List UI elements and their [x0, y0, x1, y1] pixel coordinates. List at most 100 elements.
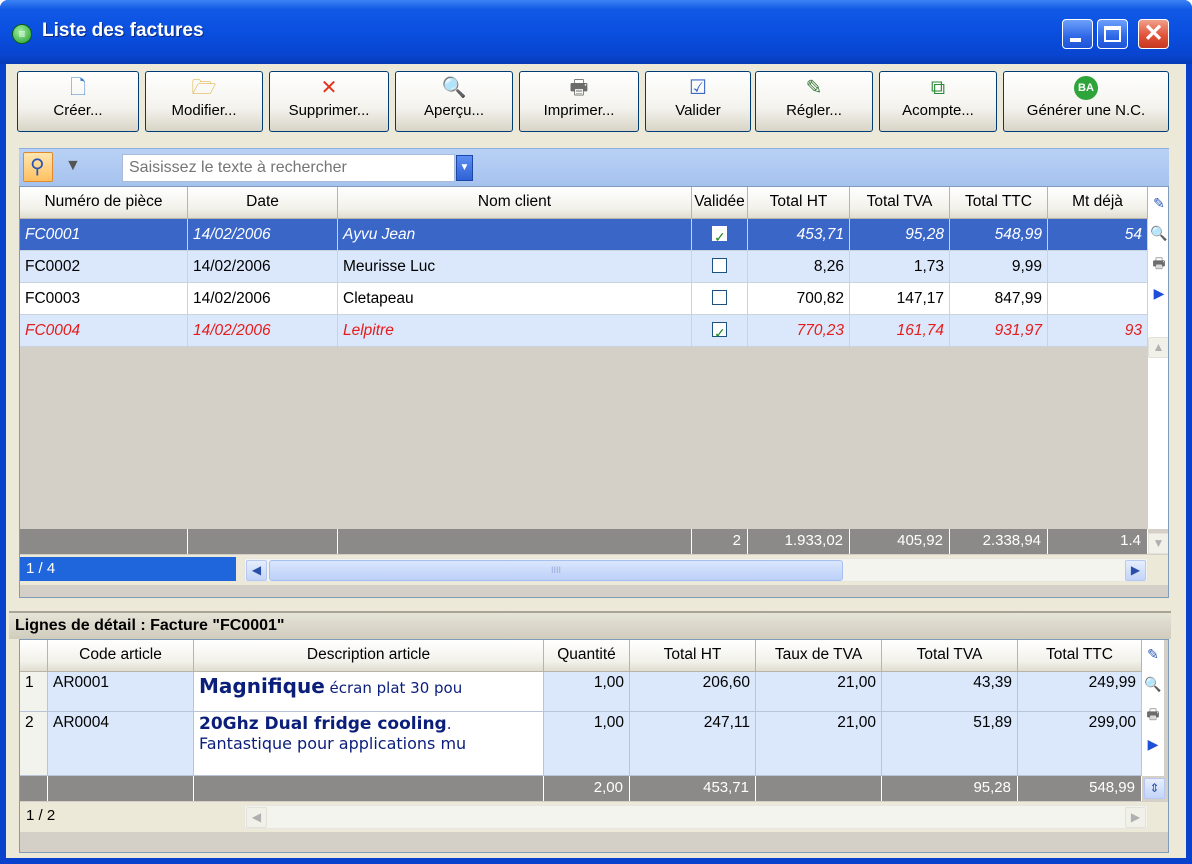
search-bar: ⚲ ▼ ▼ — [19, 148, 1169, 186]
toolbar-button-4[interactable]: 🖶 Imprimer... — [519, 71, 639, 132]
search-dropdown-button[interactable]: ▼ — [456, 155, 473, 181]
column-header[interactable]: Total HT — [630, 640, 756, 672]
toolbar-button-label: Aperçu... — [423, 102, 485, 119]
footer-divider — [756, 776, 882, 801]
column-header[interactable]: Validée — [692, 187, 748, 219]
maximize-button[interactable] — [1097, 19, 1128, 49]
footer-divider — [194, 776, 544, 801]
validated-checkbox[interactable] — [712, 318, 727, 346]
column-header[interactable]: Quantité — [544, 640, 630, 672]
cell-client: Lelpitre — [338, 315, 692, 347]
title-bar[interactable]: ≡ Liste des factures ✕ — [0, 0, 1192, 64]
cell-mt_deja: 54 — [1048, 219, 1148, 251]
column-header[interactable]: Description article — [194, 640, 544, 672]
toolbar-button-6[interactable]: ✎ Régler... — [755, 71, 873, 132]
detail-row[interactable]: 1 AR0001 Magnifique écran plat 30 pou 1,00 2… — [20, 672, 1142, 712]
table-row[interactable]: FC000114/02/2006Ayvu Jean 453,7195,28548,… — [20, 219, 1148, 251]
play-arrow-icon[interactable]: ▶ — [1144, 734, 1162, 754]
column-header[interactable]: Date — [188, 187, 338, 219]
cell-total_ttc: 931,97 — [950, 315, 1048, 347]
validated-checkbox[interactable] — [712, 258, 727, 274]
pager-counter: 1 / 2 — [20, 804, 236, 828]
cell-total_ttc: 9,99 — [950, 251, 1048, 283]
minimize-button[interactable] — [1062, 19, 1093, 49]
app-icon: ≡ — [12, 24, 32, 44]
scroll-down-button[interactable]: ▼ — [1148, 533, 1168, 554]
detail-row[interactable]: 2 AR0004 20Ghz Dual fridge cooling. Fantast… — [20, 712, 1142, 776]
cell-validee — [692, 315, 748, 347]
table-row[interactable]: FC0003 14/02/2006 Cletapeau 700,82 147,17 847… — [20, 283, 1148, 315]
column-header[interactable]: Total TVA — [882, 640, 1018, 672]
description-bold: 20Ghz Dual fridge cooling — [199, 714, 447, 734]
toolbar-button-label: Régler... — [786, 102, 842, 119]
cell-client: Ayvu Jean — [338, 219, 692, 251]
print-side-icon[interactable]: 🖶 — [1150, 253, 1168, 273]
column-header-rownum — [20, 640, 48, 672]
total-total_tva: 405,92 — [850, 529, 950, 554]
cell-quantite: 1,00 — [544, 712, 630, 776]
cell-taux_tva: 21,00 — [756, 672, 882, 712]
scroll-left-button[interactable]: ◀ — [246, 807, 267, 828]
toolbar-button-0[interactable]: 🗋 Créer... — [17, 71, 139, 132]
cell-mt_deja — [1048, 251, 1148, 283]
column-header[interactable]: Nom client — [338, 187, 692, 219]
validated-checkbox[interactable] — [712, 290, 727, 306]
delete-x-icon: ✕ — [320, 77, 338, 99]
total-total_ht: 453,71 — [630, 776, 756, 801]
toolbar-button-7[interactable]: ⧉ Acompte... — [879, 71, 997, 132]
cell-total_ttc: 299,00 — [1018, 712, 1142, 776]
cell-total_tva: 95,28 — [850, 219, 950, 251]
toolbar-button-3[interactable]: 🔍 Aperçu... — [395, 71, 513, 132]
edit-grid-icon[interactable]: ✎ — [1144, 644, 1162, 664]
print-side-icon[interactable]: 🖶 — [1144, 704, 1162, 724]
scroll-left-button[interactable]: ◀ — [246, 560, 267, 581]
cell-numero: FC0001 — [20, 219, 188, 251]
totals-footer: 2 1.933,02 405,92 2.338,94 1.4 — [20, 529, 1148, 554]
details-table: Code article Description article Quantité T… — [19, 639, 1169, 853]
column-header[interactable]: Total TTC — [1018, 640, 1142, 672]
toolbar-button-2[interactable]: ✕ Supprimer... — [269, 71, 389, 132]
column-header[interactable]: Taux de TVA — [756, 640, 882, 672]
search-button[interactable]: ⚲ — [23, 152, 53, 182]
cell-total_ht: 247,11 — [630, 712, 756, 776]
table-row[interactable]: FC0002 14/02/2006 Meurisse Luc 8,26 1,73 9,99 — [20, 251, 1148, 283]
close-button[interactable]: ✕ — [1138, 19, 1169, 49]
toolbar-button-1[interactable]: 🗁 Modifier... — [145, 71, 263, 132]
horizontal-scrollbar[interactable]: ◀ IIII ▶ — [244, 558, 1148, 582]
column-header[interactable]: Code article — [48, 640, 194, 672]
scroll-right-button[interactable]: ▶ — [1125, 560, 1146, 581]
column-header[interactable]: Mt déjà — [1048, 187, 1148, 219]
column-header[interactable]: Numéro de pièce — [20, 187, 188, 219]
total-total_ht: 1.933,02 — [748, 529, 850, 554]
scroll-right-button[interactable]: ▶ — [1125, 807, 1146, 828]
column-header[interactable]: Total TTC — [950, 187, 1048, 219]
cell-quantite: 1,00 — [544, 672, 630, 712]
cell-date: 14/02/2006 — [188, 315, 338, 347]
toolbar-button-8[interactable]: BA Générer une N.C. — [1003, 71, 1169, 132]
cell-date: 14/02/2006 — [188, 251, 338, 283]
search-input[interactable] — [122, 154, 455, 182]
validated-checkbox[interactable] — [712, 222, 727, 250]
cell-total_ttc: 548,99 — [950, 219, 1048, 251]
preview-side-icon[interactable]: 🔍 — [1150, 223, 1168, 243]
preview-side-icon[interactable]: 🔍 — [1144, 674, 1162, 694]
description-line2: Fantastique pour applications mu — [199, 734, 467, 753]
cell-total_tva: 147,17 — [850, 283, 950, 315]
column-header[interactable]: Total HT — [748, 187, 850, 219]
spin-button[interactable]: ⇕ — [1144, 778, 1165, 799]
cell-validee — [692, 219, 748, 251]
filter-icon[interactable]: ▼ — [65, 157, 81, 175]
edit-grid-icon[interactable]: ✎ — [1150, 193, 1168, 213]
table-row[interactable]: FC000414/02/2006Lelpitre 770,23161,74931,… — [20, 315, 1148, 347]
details-nav-bar: 1 / 2 ◀ ▶ — [20, 802, 1168, 832]
maximize-icon — [1104, 26, 1121, 42]
cell-total_tva: 1,73 — [850, 251, 950, 283]
toolbar-button-5[interactable]: ☑ Valider — [645, 71, 751, 132]
footer-divider — [20, 776, 48, 801]
scroll-up-button[interactable]: ▲ — [1148, 337, 1168, 358]
horizontal-scrollbar[interactable]: ◀ ▶ — [244, 805, 1148, 829]
total-total_tva: 95,28 — [882, 776, 1018, 801]
column-header[interactable]: Total TVA — [850, 187, 950, 219]
scroll-thumb[interactable]: IIII — [269, 560, 843, 581]
play-arrow-icon[interactable]: ▶ — [1150, 283, 1168, 303]
